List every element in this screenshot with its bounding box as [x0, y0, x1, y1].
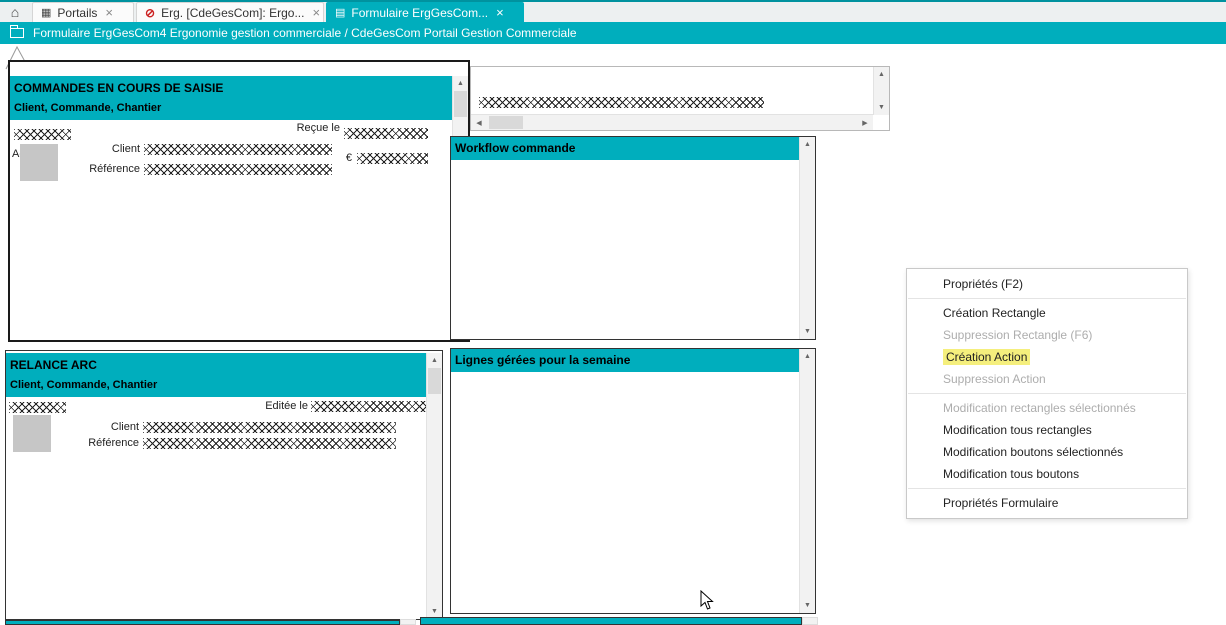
- panel-top-region[interactable]: ▲ ▼ ◀ ▶: [470, 66, 890, 131]
- scroll-track[interactable]: [874, 82, 889, 100]
- field-placeholder[interactable]: [311, 401, 428, 412]
- scroll-right-icon[interactable]: ▶: [857, 115, 873, 130]
- menu-separator: [908, 488, 1186, 489]
- panel-lignes[interactable]: Lignes gérées pour la semaine ▲ ▼: [450, 348, 816, 614]
- field-placeholder[interactable]: [357, 153, 428, 164]
- field-placeholder[interactable]: [144, 164, 332, 175]
- panel-subtitle: Client, Commande, Chantier: [14, 100, 448, 117]
- scroll-up-icon[interactable]: ▲: [800, 137, 815, 152]
- home-button[interactable]: ⌂: [0, 2, 30, 22]
- menu-item-suppression-action: Suppression Action: [907, 368, 1187, 390]
- breadcrumb-bar: Formulaire ErgGesCom4 Ergonomie gestion …: [0, 22, 1226, 44]
- field-label: Référence: [66, 437, 139, 449]
- home-icon: ⌂: [11, 4, 19, 20]
- portal-icon: ▦: [41, 6, 51, 19]
- menu-item-modif-tous-rectangles[interactable]: Modification tous rectangles: [907, 419, 1187, 441]
- field-placeholder[interactable]: [143, 438, 396, 449]
- scroll-track[interactable]: [800, 364, 815, 598]
- menu-item-suppression-rectangle: Suppression Rectangle (F6): [907, 324, 1187, 346]
- panel-header: RELANCE ARC Client, Commande, Chantier: [6, 353, 426, 397]
- scroll-left-icon[interactable]: ◀: [471, 115, 487, 130]
- scroll-track[interactable]: [487, 115, 857, 130]
- scroll-stub[interactable]: [802, 617, 818, 625]
- tab-portails[interactable]: ▦ Portails ×: [32, 2, 134, 22]
- tab-label: Formulaire ErgGesCom...: [351, 6, 488, 20]
- panel-header: COMMANDES EN COURS DE SAISIE Client, Com…: [10, 76, 452, 120]
- menu-item-proprietes[interactable]: Propriétés (F2): [907, 273, 1187, 295]
- highlighted-label[interactable]: Création Action: [943, 349, 1030, 365]
- panel-title: RELANCE ARC: [10, 357, 422, 374]
- field-label: Editée le: [228, 400, 308, 412]
- scroll-thumb[interactable]: [454, 91, 467, 117]
- breadcrumb: Formulaire ErgGesCom4 Ergonomie gestion …: [33, 26, 577, 40]
- panel-bottom-left-cut[interactable]: [5, 620, 400, 625]
- scroll-down-icon[interactable]: ▼: [800, 598, 815, 613]
- tab-formulaire-active[interactable]: ▤ Formulaire ErgGesCom... ×: [326, 2, 524, 22]
- panel-bottom-middle-cut[interactable]: [420, 617, 802, 625]
- menu-item-proprietes-formulaire[interactable]: Propriétés Formulaire: [907, 492, 1187, 514]
- panel-header: Lignes gérées pour la semaine: [451, 349, 799, 372]
- field-label: Client: [66, 421, 139, 433]
- menu-item-creation-action[interactable]: Création Action: [907, 346, 1187, 368]
- vertical-scrollbar[interactable]: ▲ ▼: [426, 353, 442, 619]
- panel-header: Workflow commande: [451, 137, 799, 160]
- scroll-up-icon[interactable]: ▲: [800, 349, 815, 364]
- image-placeholder[interactable]: [13, 415, 51, 452]
- scroll-down-icon[interactable]: ▼: [874, 100, 889, 115]
- field-label: Client: [70, 143, 140, 155]
- scroll-track[interactable]: [800, 152, 815, 324]
- panel-workflow[interactable]: Workflow commande ▲ ▼: [450, 136, 816, 340]
- close-icon[interactable]: ×: [496, 5, 504, 20]
- field-placeholder[interactable]: [344, 128, 428, 139]
- folder-icon: [10, 28, 24, 38]
- panel-title: Workflow commande: [455, 140, 795, 157]
- scroll-track[interactable]: [427, 368, 442, 604]
- vertical-scrollbar[interactable]: ▲ ▼: [799, 349, 815, 613]
- field-placeholder[interactable]: [14, 129, 71, 140]
- panel-relance[interactable]: RELANCE ARC Client, Commande, Chantier E…: [5, 350, 443, 620]
- context-menu: Propriétés (F2) Création Rectangle Suppr…: [906, 268, 1188, 519]
- close-icon[interactable]: ×: [105, 5, 113, 20]
- horizontal-scrollbar[interactable]: ◀ ▶: [471, 114, 873, 130]
- panel-subtitle: Client, Commande, Chantier: [10, 377, 422, 394]
- field-label: Référence: [70, 163, 140, 175]
- panel-title: COMMANDES EN COURS DE SAISIE: [14, 80, 448, 97]
- field-placeholder[interactable]: [9, 402, 66, 413]
- scroll-down-icon[interactable]: ▼: [800, 324, 815, 339]
- close-icon[interactable]: ×: [312, 5, 320, 20]
- menu-separator: [908, 393, 1186, 394]
- field-placeholder[interactable]: [479, 97, 764, 108]
- scroll-thumb[interactable]: [489, 116, 523, 129]
- image-placeholder[interactable]: [20, 144, 58, 181]
- field-placeholder[interactable]: [144, 144, 332, 155]
- scroll-up-icon[interactable]: ▲: [874, 67, 889, 82]
- panel-title: Lignes gérées pour la semaine: [455, 352, 795, 369]
- form-icon: ▤: [335, 6, 345, 19]
- scroll-up-icon[interactable]: ▲: [453, 76, 468, 91]
- menu-separator: [908, 298, 1186, 299]
- vertical-scrollbar[interactable]: ▲ ▼: [799, 137, 815, 339]
- menu-item-creation-rectangle[interactable]: Création Rectangle: [907, 302, 1187, 324]
- menu-item-modif-boutons-selectionnes[interactable]: Modification boutons sélectionnés: [907, 441, 1187, 463]
- panel-commandes[interactable]: COMMANDES EN COURS DE SAISIE Client, Com…: [8, 60, 470, 342]
- vertical-scrollbar[interactable]: ▲ ▼: [873, 67, 889, 115]
- menu-item-modif-tous-boutons[interactable]: Modification tous boutons: [907, 463, 1187, 485]
- menu-item-modif-rect-selectionnes: Modification rectangles sélectionnés: [907, 397, 1187, 419]
- scroll-stub[interactable]: [400, 619, 416, 625]
- field-label: €: [340, 152, 352, 164]
- tab-bar: ⌂ ▦ Portails × ⊘ Erg. [CdeGesCom]: Ergo.…: [0, 2, 1226, 22]
- tab-label: Portails: [57, 6, 97, 20]
- scroll-thumb[interactable]: [428, 368, 441, 394]
- app-window: ⌂ ▦ Portails × ⊘ Erg. [CdeGesCom]: Ergo.…: [0, 0, 1226, 625]
- field-label: Reçue le: [260, 122, 340, 134]
- tab-erg-cdegescom[interactable]: ⊘ Erg. [CdeGesCom]: Ergo... ×: [136, 2, 324, 22]
- tab-label: Erg. [CdeGesCom]: Ergo...: [161, 6, 304, 20]
- blocked-icon: ⊘: [145, 6, 155, 20]
- scroll-up-icon[interactable]: ▲: [427, 353, 442, 368]
- field-placeholder[interactable]: [143, 422, 396, 433]
- mouse-cursor: [700, 590, 716, 612]
